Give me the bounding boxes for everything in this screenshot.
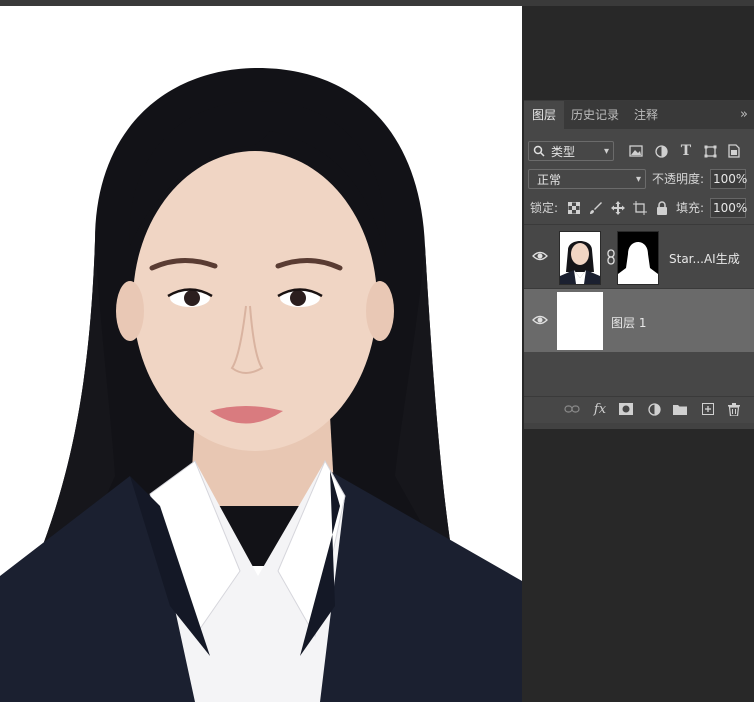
layer-thumbnail-white[interactable] bbox=[557, 292, 603, 350]
document-canvas[interactable] bbox=[0, 6, 522, 702]
panel-overflow-icon[interactable]: » bbox=[740, 101, 748, 129]
lock-all-padlock-icon[interactable] bbox=[654, 200, 670, 216]
lock-position-move-icon[interactable] bbox=[610, 200, 626, 216]
fill-input[interactable]: 100% bbox=[710, 198, 747, 218]
chevron-down-icon: ▾ bbox=[603, 146, 609, 157]
blend-row: 正常 ▾ 不透明度: 100% bbox=[524, 167, 754, 191]
filter-type-select[interactable]: 类型 ▾ bbox=[528, 141, 614, 161]
blend-mode-select[interactable]: 正常 ▾ bbox=[528, 169, 646, 189]
smart-object-filter-icon[interactable] bbox=[726, 143, 742, 159]
lock-label: 锁定: bbox=[530, 201, 559, 215]
opacity-label: 不透明度: bbox=[652, 172, 705, 186]
tab-layers[interactable]: 图层 bbox=[524, 101, 564, 129]
layer-thumbnail-portrait[interactable] bbox=[559, 231, 601, 285]
text-filter-icon[interactable]: T bbox=[678, 143, 694, 159]
adjustment-filter-icon[interactable] bbox=[653, 143, 669, 159]
lock-row: 锁定: 填充: 100% bbox=[524, 197, 754, 221]
lock-image-pixels-brush-icon[interactable] bbox=[588, 200, 604, 216]
blend-mode-label: 正常 bbox=[537, 173, 562, 187]
image-filter-icon[interactable] bbox=[628, 143, 644, 159]
add-mask-icon[interactable] bbox=[618, 401, 634, 417]
new-layer-icon[interactable] bbox=[700, 401, 716, 417]
visibility-eye-icon[interactable] bbox=[532, 249, 548, 263]
layer-name[interactable]: 图层 1 bbox=[611, 314, 646, 331]
shape-filter-icon[interactable] bbox=[702, 143, 718, 159]
layer-name[interactable]: Star...AI生成 bbox=[669, 250, 740, 267]
layer-row-star-ai[interactable]: Star...AI生成 bbox=[524, 224, 754, 288]
layer-mask-thumbnail[interactable] bbox=[617, 231, 659, 285]
panel-resize-grip[interactable] bbox=[524, 423, 754, 429]
filter-type-label: 类型 bbox=[551, 145, 576, 159]
adjustment-layer-icon[interactable] bbox=[646, 401, 662, 417]
delete-layer-trash-icon[interactable] bbox=[726, 401, 742, 417]
search-icon bbox=[531, 143, 547, 159]
tab-notes[interactable]: 注释 bbox=[626, 101, 666, 129]
portrait-photo bbox=[0, 6, 522, 702]
chevron-down-icon: ▾ bbox=[635, 174, 641, 185]
fill-label: 填充: bbox=[676, 201, 705, 215]
fx-effects-icon[interactable]: fx bbox=[592, 401, 608, 417]
tab-history[interactable]: 历史记录 bbox=[564, 101, 626, 129]
layers-panel: 图层 历史记录 注释 » 类型 ▾ T 正常 ▾ 不透明度: 100% 锁定: … bbox=[524, 100, 754, 429]
link-layers-icon[interactable] bbox=[564, 401, 580, 417]
lock-artboard-icon[interactable] bbox=[632, 200, 648, 216]
visibility-eye-icon[interactable] bbox=[532, 313, 548, 327]
layer-filter-row: 类型 ▾ T bbox=[524, 139, 754, 163]
layers-footer: fx bbox=[524, 396, 754, 421]
new-group-folder-icon[interactable] bbox=[672, 401, 688, 417]
opacity-input[interactable]: 100% bbox=[710, 169, 747, 189]
panel-tab-bar: 图层 历史记录 注释 » bbox=[524, 101, 754, 129]
layer-row-layer-1[interactable]: 图层 1 bbox=[524, 288, 754, 352]
lock-transparent-pixels-icon[interactable] bbox=[566, 200, 582, 216]
